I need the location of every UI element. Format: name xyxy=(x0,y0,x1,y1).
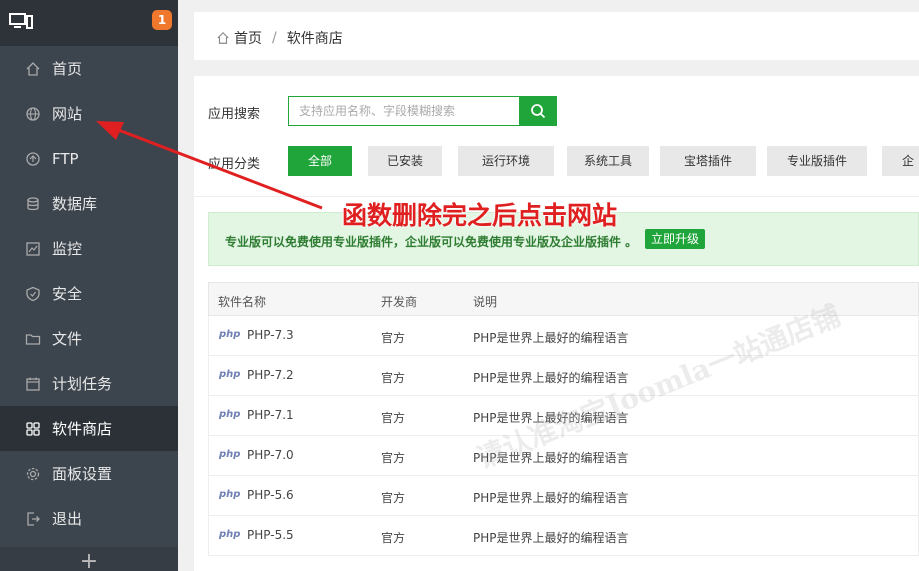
search-input[interactable] xyxy=(289,97,519,125)
php-logo-icon: php xyxy=(219,489,241,500)
breadcrumb-home[interactable]: 首页 xyxy=(234,28,262,48)
software-name: PHP-7.3 xyxy=(247,328,294,342)
ftp-icon xyxy=(24,150,42,168)
sidebar-item-database[interactable]: 数据库 xyxy=(0,181,178,226)
sidebar-item-files[interactable]: 文件 xyxy=(0,316,178,361)
table-row[interactable]: php PHP-7.2 官方 PHP是世界上最好的编程语言 xyxy=(208,356,919,396)
software-name: PHP-5.5 xyxy=(247,528,294,542)
category-system-tools[interactable]: 系统工具 xyxy=(567,146,649,176)
php-logo-icon: php xyxy=(219,529,241,540)
sidebar-item-label: 首页 xyxy=(52,60,83,78)
php-logo-icon: php xyxy=(219,449,241,460)
sidebar-item-label: 计划任务 xyxy=(52,375,113,393)
folder-icon xyxy=(24,330,42,348)
column-header-developer: 开发商 xyxy=(381,295,418,309)
breadcrumb: 首页 / 软件商店 xyxy=(216,28,343,48)
monitor-icon[interactable] xyxy=(9,12,33,30)
software-developer: 官方 xyxy=(381,531,406,545)
software-developer: 官方 xyxy=(381,451,406,465)
software-name: PHP-7.0 xyxy=(247,448,294,462)
home-icon xyxy=(24,60,42,78)
sidebar-item-label: 网站 xyxy=(52,105,83,123)
php-logo-icon: php xyxy=(219,369,241,380)
gear-icon xyxy=(24,465,42,483)
software-description: PHP是世界上最好的编程语言 xyxy=(473,331,629,345)
software-developer: 官方 xyxy=(381,371,406,385)
sidebar-item-logout[interactable]: 退出 xyxy=(0,496,178,541)
software-description: PHP是世界上最好的编程语言 xyxy=(473,531,629,545)
php-logo-icon: php xyxy=(219,409,241,420)
sidebar-item-label: 面板设置 xyxy=(52,465,113,483)
software-description: PHP是世界上最好的编程语言 xyxy=(473,371,629,385)
shield-icon xyxy=(24,285,42,303)
software-developer: 官方 xyxy=(381,411,406,425)
logout-icon xyxy=(24,510,42,528)
software-description: PHP是世界上最好的编程语言 xyxy=(473,491,629,505)
breadcrumb-current: 软件商店 xyxy=(286,31,343,47)
category-runtime[interactable]: 运行环境 xyxy=(458,146,554,176)
annotation-text: 函数删除完之后点击网站 xyxy=(342,201,618,230)
sidebar-item-monitor[interactable]: 监控 xyxy=(0,226,178,271)
sidebar-header: 1 xyxy=(0,0,178,46)
column-header-description: 说明 xyxy=(473,295,498,309)
globe-icon xyxy=(24,105,42,123)
search-icon xyxy=(531,104,546,119)
upgrade-text: 专业版可以免费使用专业版插件，企业版可以免费使用专业版及企业版插件 。 xyxy=(225,235,638,249)
sidebar-item-label: 软件商店 xyxy=(52,420,113,438)
table-row[interactable]: php PHP-5.5 官方 PHP是世界上最好的编程语言 xyxy=(208,516,919,556)
search-button[interactable] xyxy=(519,96,557,126)
sidebar-item-label: 数据库 xyxy=(52,195,98,213)
sidebar-item-software-store[interactable]: 软件商店 xyxy=(0,406,178,451)
home-icon xyxy=(217,31,229,44)
php-logo-icon: php xyxy=(219,329,241,340)
sidebar-item-ftp[interactable]: FTP xyxy=(0,136,178,181)
calendar-icon xyxy=(24,375,42,393)
sidebar-item-label: 监控 xyxy=(52,240,83,258)
add-button[interactable]: + xyxy=(0,547,178,571)
category-pro-plugins[interactable]: 专业版插件 xyxy=(767,146,867,176)
category-enterprise[interactable]: 企业 xyxy=(882,146,919,176)
column-header-name: 软件名称 xyxy=(218,295,267,309)
monitor-chart-icon xyxy=(24,240,42,258)
category-bt-plugins[interactable]: 宝塔插件 xyxy=(660,146,756,176)
category-all[interactable]: 全部 xyxy=(288,146,352,176)
software-developer: 官方 xyxy=(381,491,406,505)
software-name: PHP-7.1 xyxy=(247,408,294,422)
table-row[interactable]: php PHP-5.6 官方 PHP是世界上最好的编程语言 xyxy=(208,476,919,516)
notification-badge[interactable]: 1 xyxy=(152,10,172,30)
search-label: 应用搜索 xyxy=(208,107,261,122)
software-developer: 官方 xyxy=(381,331,406,345)
sidebar-item-website[interactable]: 网站 xyxy=(0,91,178,136)
upgrade-button[interactable]: 立即升级 xyxy=(645,229,706,249)
sidebar-item-home[interactable]: 首页 xyxy=(0,46,178,91)
breadcrumb-bar: 首页 / 软件商店 xyxy=(194,12,919,60)
search-box[interactable] xyxy=(288,96,520,126)
sidebar-item-label: 文件 xyxy=(52,330,83,348)
software-name: PHP-7.2 xyxy=(247,368,294,382)
sidebar-item-settings[interactable]: 面板设置 xyxy=(0,451,178,496)
category-installed[interactable]: 已安装 xyxy=(368,146,442,176)
sidebar-item-cron[interactable]: 计划任务 xyxy=(0,361,178,406)
sidebar-item-label: 退出 xyxy=(52,510,83,528)
sidebar-item-label: 安全 xyxy=(52,285,83,303)
sidebar-item-security[interactable]: 安全 xyxy=(0,271,178,316)
breadcrumb-separator: / xyxy=(272,30,277,46)
category-label: 应用分类 xyxy=(208,157,261,172)
database-icon xyxy=(24,195,42,213)
sidebar-item-label: FTP xyxy=(52,149,79,168)
sidebar: 1 首页 网站 FTP 数据库 监控 安全 文件 计划任务 软件商店 面板设置 xyxy=(0,0,178,571)
software-name: PHP-5.6 xyxy=(247,488,294,502)
grid-icon xyxy=(24,420,42,438)
